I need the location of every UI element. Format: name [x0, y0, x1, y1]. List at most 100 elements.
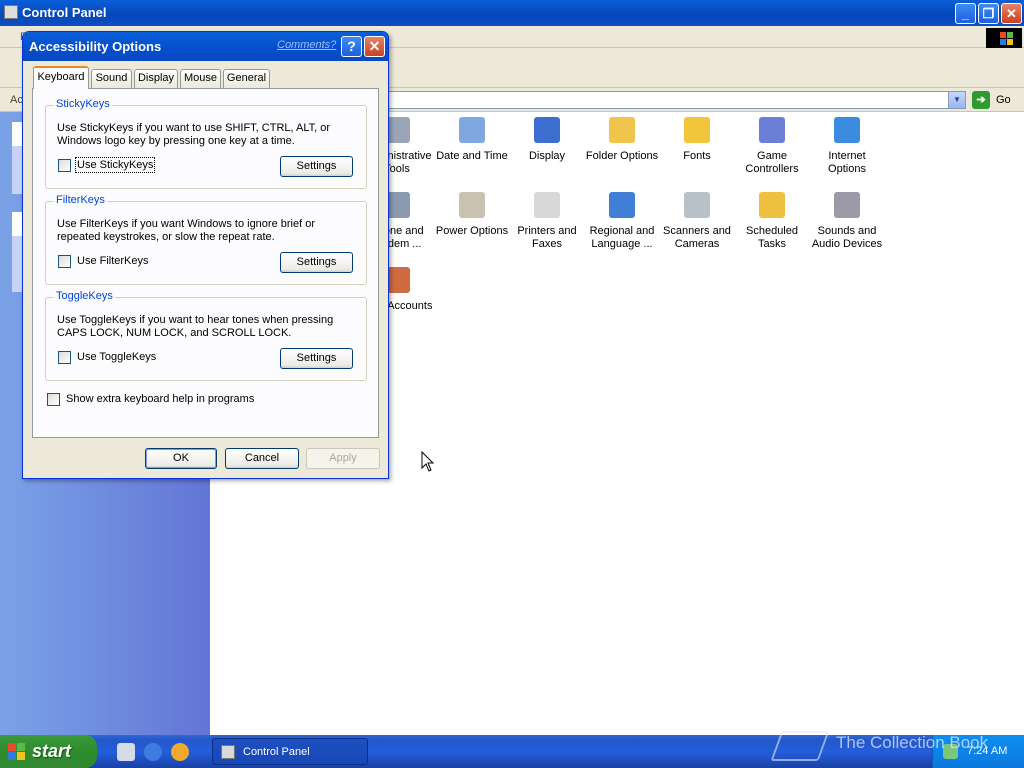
- use-togglekeys-checkbox[interactable]: [58, 351, 71, 364]
- dialog-close-button[interactable]: ✕: [364, 36, 385, 57]
- filterkeys-settings-button[interactable]: Settings: [280, 252, 353, 273]
- control-panel-item[interactable]: Sounds and Audio Devices: [809, 189, 885, 251]
- windows-logo-icon: [986, 28, 1022, 48]
- address-dropdown-icon[interactable]: ▼: [948, 92, 965, 108]
- togglekeys-title: ToggleKeys: [54, 290, 115, 302]
- control-panel-item-icon-shape: [684, 192, 710, 218]
- control-panel-item-icon-shape: [759, 192, 785, 218]
- use-filterkeys-checkbox[interactable]: [58, 255, 71, 268]
- extra-keyboard-help-checkbox[interactable]: [47, 393, 60, 406]
- show-desktop-icon[interactable]: [117, 743, 135, 761]
- accessibility-options-dialog: Accessibility Options Comments? ? ✕ Keyb…: [22, 31, 389, 479]
- control-panel-item[interactable]: Fonts: [659, 114, 735, 163]
- use-togglekeys-label[interactable]: Use ToggleKeys: [77, 351, 156, 363]
- control-panel-item-icon: [531, 114, 563, 146]
- tab-keyboard[interactable]: Keyboard: [33, 66, 89, 89]
- control-panel-item-icon: [831, 114, 863, 146]
- ok-button[interactable]: OK: [145, 448, 217, 469]
- control-panel-item[interactable]: Scheduled Tasks: [734, 189, 810, 251]
- comments-link[interactable]: Comments?: [277, 39, 336, 51]
- control-panel-item-icon-shape: [834, 117, 860, 143]
- tab-general[interactable]: General: [223, 69, 270, 88]
- control-panel-item-label: Internet Options: [828, 150, 866, 175]
- control-panel-item-icon: [756, 114, 788, 146]
- stickykeys-description: Use StickyKeys if you want to use SHIFT,…: [57, 122, 331, 147]
- help-button[interactable]: ?: [341, 36, 362, 57]
- tab-sound[interactable]: Sound: [91, 69, 132, 88]
- windows-flag-icon: [8, 743, 26, 761]
- start-button[interactable]: start: [0, 735, 97, 768]
- dialog-titlebar[interactable]: Accessibility Options Comments? ? ✕: [23, 32, 388, 61]
- control-panel-item-icon-shape: [609, 117, 635, 143]
- mouse-cursor-icon: [421, 451, 435, 472]
- go-label: Go: [996, 94, 1011, 106]
- control-panel-item-icon-shape: [759, 117, 785, 143]
- control-panel-item[interactable]: Game Controllers: [734, 114, 810, 176]
- extra-keyboard-help-label[interactable]: Show extra keyboard help in programs: [66, 393, 254, 405]
- media-player-icon[interactable]: [171, 743, 189, 761]
- control-panel-item[interactable]: Internet Options: [809, 114, 885, 176]
- control-panel-item-label: Game Controllers: [745, 150, 799, 175]
- close-button[interactable]: ✕: [1001, 3, 1022, 24]
- control-panel-item-label: Date and Time: [436, 150, 508, 162]
- address-input[interactable]: ▼: [386, 91, 966, 109]
- restore-button[interactable]: ❐: [978, 3, 999, 24]
- togglekeys-description: Use ToggleKeys if you want to hear tones…: [57, 314, 334, 339]
- dialog-title: Accessibility Options: [29, 39, 162, 54]
- control-panel-item-label: Folder Options: [585, 150, 659, 162]
- control-panel-item-label: Scanners and Cameras: [663, 225, 731, 250]
- control-panel-item-icon-shape: [534, 192, 560, 218]
- use-stickykeys-checkbox[interactable]: [58, 159, 71, 172]
- filterkeys-group: FilterKeys Use FilterKeys if you want Wi…: [45, 194, 367, 285]
- go-arrow-icon: ➔: [972, 91, 990, 109]
- stickykeys-group: StickyKeys Use StickyKeys if you want to…: [45, 98, 367, 189]
- control-panel-item-label: Display: [528, 150, 566, 162]
- control-panel-item[interactable]: Regional and Language ...: [584, 189, 660, 251]
- use-stickykeys-label[interactable]: Use StickyKeys: [74, 157, 156, 173]
- control-panel-item-label: Printers and Faxes: [517, 225, 577, 250]
- control-panel-item-icon: [531, 189, 563, 221]
- control-panel-item-label: Scheduled Tasks: [746, 225, 798, 250]
- taskbar-button-label: Control Panel: [243, 746, 310, 758]
- control-panel-item-icon-shape: [459, 192, 485, 218]
- control-panel-item-icon: [756, 189, 788, 221]
- control-panel-icon: [221, 745, 235, 759]
- tab-mouse[interactable]: Mouse: [180, 69, 221, 88]
- use-filterkeys-label[interactable]: Use FilterKeys: [77, 255, 149, 267]
- control-panel-item-icon: [456, 189, 488, 221]
- control-panel-item-label: Fonts: [683, 150, 711, 162]
- taskbar-button-control-panel[interactable]: Control Panel: [212, 738, 368, 765]
- togglekeys-group: ToggleKeys Use ToggleKeys if you want to…: [45, 290, 367, 381]
- stickykeys-title: StickyKeys: [54, 98, 112, 110]
- control-panel-item[interactable]: Printers and Faxes: [509, 189, 585, 251]
- control-panel-item[interactable]: Power Options: [434, 189, 510, 238]
- control-panel-item-label: Regional and Language ...: [589, 225, 655, 250]
- watermark-text: The Collection Book: [836, 733, 989, 752]
- go-button[interactable]: ➔ Go: [972, 91, 1022, 109]
- start-label: start: [32, 741, 72, 761]
- control-panel-item[interactable]: Date and Time: [434, 114, 510, 163]
- control-panel-item-icon: [456, 114, 488, 146]
- control-panel-item-icon-shape: [609, 192, 635, 218]
- control-panel-item-label: Sounds and Audio Devices: [811, 225, 883, 250]
- control-panel-item-label: Power Options: [435, 225, 509, 237]
- control-panel-item-icon: [681, 189, 713, 221]
- control-panel-item-icon-shape: [684, 117, 710, 143]
- control-panel-item-icon-shape: [459, 117, 485, 143]
- togglekeys-settings-button[interactable]: Settings: [280, 348, 353, 369]
- control-panel-item[interactable]: Scanners and Cameras: [659, 189, 735, 251]
- tab-display[interactable]: Display: [134, 69, 178, 88]
- control-panel-item[interactable]: Display: [509, 114, 585, 163]
- cancel-button[interactable]: Cancel: [225, 448, 299, 469]
- control-panel-item-icon-shape: [534, 117, 560, 143]
- control-panel-titlebar[interactable]: Control Panel _ ❐ ✕: [0, 0, 1024, 26]
- control-panel-item[interactable]: Folder Options: [584, 114, 660, 163]
- filterkeys-description: Use FilterKeys if you want Windows to ig…: [57, 218, 315, 243]
- stickykeys-settings-button[interactable]: Settings: [280, 156, 353, 177]
- control-panel-item-icon: [606, 189, 638, 221]
- apply-button: Apply: [306, 448, 380, 469]
- control-panel-icon: [4, 5, 18, 19]
- minimize-button[interactable]: _: [955, 3, 976, 24]
- internet-explorer-icon[interactable]: [144, 743, 162, 761]
- address-label: Ac: [10, 94, 23, 106]
